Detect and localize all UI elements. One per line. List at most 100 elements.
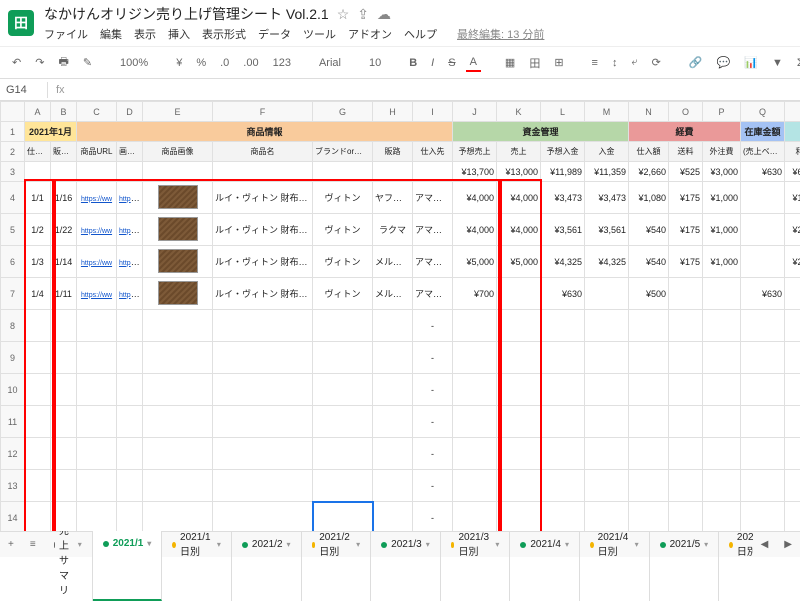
comment-button[interactable]: 💬 [713, 54, 735, 71]
chart-button[interactable]: 📊 [740, 54, 762, 71]
menu-help[interactable]: ヘルプ [404, 26, 437, 42]
name-box[interactable]: G14 [0, 82, 48, 98]
menu-edit[interactable]: 編集 [100, 26, 122, 42]
app-header: 田 なかけんオリジン売り上げ管理シート Vol.2.1 ☆ ⇪ ☁ ファイル 編… [0, 0, 800, 47]
filter-button[interactable]: ▼ [768, 55, 787, 71]
column-subheader: 仕入日 [25, 142, 51, 162]
print-button[interactable]: 🖶 [54, 51, 72, 74]
column-subheader: ブランドorメーカー [313, 142, 373, 162]
column-subheader: 予想入金 [541, 142, 585, 162]
section-date: 2021年1月 [25, 122, 77, 142]
col-header[interactable] [1, 102, 25, 122]
all-sheets-button[interactable]: ≡ [22, 535, 44, 554]
merge-button[interactable]: ⊞ [550, 54, 567, 71]
paint-format-button[interactable]: ✎ [79, 54, 96, 71]
col-header[interactable]: K [497, 102, 541, 122]
selected-cell[interactable] [313, 502, 373, 532]
fill-color-button[interactable]: ▦ [501, 54, 519, 71]
menu-file[interactable]: ファイル [44, 26, 88, 42]
menu-data[interactable]: データ [258, 26, 291, 42]
col-header[interactable]: O [669, 102, 703, 122]
column-subheader: 送料 [669, 142, 703, 162]
rotate-button[interactable]: ⟳ [648, 54, 665, 71]
tab-scroll-left[interactable]: ◀ [753, 535, 777, 554]
column-subheader: 商品画像 [143, 142, 213, 162]
font-size-select[interactable]: 10 [365, 55, 385, 71]
col-header[interactable]: H [373, 102, 413, 122]
col-header[interactable]: L [541, 102, 585, 122]
decrease-decimal-button[interactable]: .0 [216, 55, 233, 71]
product-url-link[interactable]: https://ww [81, 260, 112, 267]
italic-button[interactable]: I [427, 55, 438, 71]
col-header[interactable]: J [453, 102, 497, 122]
col-header[interactable]: G [313, 102, 373, 122]
fx-label: fx [48, 82, 73, 98]
menu-insert[interactable]: 挿入 [168, 26, 190, 42]
section-profit: 利益 [785, 122, 800, 142]
col-header[interactable]: Q [741, 102, 785, 122]
column-subheader: 利益 [785, 142, 800, 162]
font-select[interactable]: Arial [315, 55, 345, 71]
product-image [158, 281, 198, 305]
zoom-select[interactable]: 100% [116, 55, 152, 71]
column-subheader: 仕入先 [413, 142, 453, 162]
col-header[interactable]: P [703, 102, 741, 122]
percent-button[interactable]: % [192, 55, 210, 71]
column-subheader: 販路 [373, 142, 413, 162]
product-url-link[interactable]: https://ww [81, 292, 112, 299]
link-button[interactable]: 🔗 [685, 54, 707, 71]
col-header[interactable]: E [143, 102, 213, 122]
section-expense: 経費 [629, 122, 741, 142]
menu-view[interactable]: 表示 [134, 26, 156, 42]
add-sheet-button[interactable]: + [0, 535, 22, 554]
text-color-button[interactable]: A [466, 54, 481, 72]
tab-scroll-right[interactable]: ▶ [776, 535, 800, 554]
wrap-button[interactable]: ⤶ [627, 54, 641, 71]
product-url-link[interactable]: https://ww [81, 196, 112, 203]
functions-button[interactable]: Σ [793, 55, 800, 71]
column-subheader: 商品URL [77, 142, 117, 162]
menu-format[interactable]: 表示形式 [202, 26, 246, 42]
redo-button[interactable]: ↷ [31, 54, 48, 71]
col-header[interactable]: B [51, 102, 77, 122]
undo-button[interactable]: ↶ [8, 54, 25, 71]
strikethrough-button[interactable]: S [444, 55, 459, 71]
more-formats-button[interactable]: 123 [269, 55, 295, 71]
column-subheader: 仕入額 [629, 142, 669, 162]
col-header[interactable]: C [77, 102, 117, 122]
col-header[interactable]: R [785, 102, 800, 122]
col-header[interactable]: I [413, 102, 453, 122]
column-subheader: 商品名 [213, 142, 313, 162]
image-url-link[interactable]: https://i [119, 193, 142, 203]
bold-button[interactable]: B [405, 55, 421, 71]
move-icon[interactable]: ⇪ [357, 6, 369, 23]
column-subheader: 画像URL [117, 142, 143, 162]
menu-tools[interactable]: ツール [303, 26, 336, 42]
image-url-link[interactable]: https://i [119, 289, 142, 299]
col-header[interactable]: A [25, 102, 51, 122]
currency-button[interactable]: ¥ [172, 55, 186, 71]
toolbar: ↶ ↷ 🖶 ✎ 100% ¥ % .0 .00 123 Arial 10 B I… [0, 47, 800, 79]
col-header[interactable]: D [117, 102, 143, 122]
star-icon[interactable]: ☆ [337, 6, 350, 23]
col-header[interactable]: F [213, 102, 313, 122]
menu-addons[interactable]: アドオン [348, 26, 392, 42]
cloud-icon[interactable]: ☁ [377, 6, 391, 23]
product-image [158, 185, 198, 209]
valign-button[interactable]: ↕ [608, 55, 622, 71]
increase-decimal-button[interactable]: .00 [239, 55, 262, 71]
menu-bar: ファイル 編集 表示 挿入 表示形式 データ ツール アドオン ヘルプ 最終編集… [44, 26, 544, 42]
doc-title[interactable]: なかけんオリジン売り上げ管理シート Vol.2.1 [44, 4, 329, 24]
image-url-link[interactable]: https://i [119, 225, 142, 235]
col-header[interactable]: N [629, 102, 669, 122]
last-edit-link[interactable]: 最終編集: 13 分前 [457, 26, 544, 42]
section-funds: 資金管理 [453, 122, 629, 142]
column-subheader: (売上ベース) [741, 142, 785, 162]
section-product: 商品情報 [77, 122, 453, 142]
image-url-link[interactable]: https://i [119, 257, 142, 267]
col-header[interactable]: M [585, 102, 629, 122]
product-url-link[interactable]: https://ww [81, 228, 112, 235]
borders-button[interactable]: 田 [525, 53, 544, 73]
spreadsheet-grid[interactable]: ABCDEFGHIJKLMNOPQRS 12021年1月商品情報資金管理経費在庫… [0, 101, 800, 531]
halign-button[interactable]: ≡ [588, 55, 602, 71]
